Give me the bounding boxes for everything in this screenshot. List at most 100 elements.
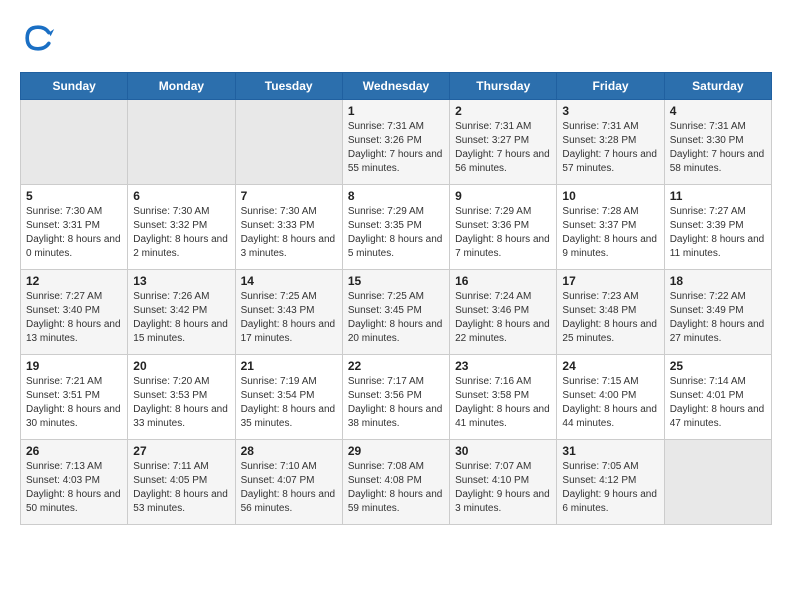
day-number: 31: [562, 444, 658, 458]
calendar-cell: 7 Sunrise: 7:30 AMSunset: 3:33 PMDaylight…: [235, 185, 342, 270]
cell-content: Sunrise: 7:27 AMSunset: 3:40 PMDaylight:…: [26, 290, 122, 346]
day-number: 19: [26, 359, 122, 373]
cell-content: Sunrise: 7:08 AMSunset: 4:08 PMDaylight:…: [348, 460, 444, 516]
day-number: 6: [133, 189, 229, 203]
calendar-cell: 23 Sunrise: 7:16 AMSunset: 3:58 PMDayligh…: [450, 355, 557, 440]
day-number: 10: [562, 189, 658, 203]
calendar-cell: [664, 440, 771, 525]
cell-content: Sunrise: 7:25 AMSunset: 3:43 PMDaylight:…: [241, 290, 337, 346]
calendar-cell: 17 Sunrise: 7:23 AMSunset: 3:48 PMDayligh…: [557, 270, 664, 355]
calendar-cell: 8 Sunrise: 7:29 AMSunset: 3:35 PMDaylight…: [342, 185, 449, 270]
cell-content: Sunrise: 7:31 AMSunset: 3:30 PMDaylight:…: [670, 120, 766, 176]
day-number: 22: [348, 359, 444, 373]
day-number: 14: [241, 274, 337, 288]
day-header-sunday: Sunday: [21, 73, 128, 100]
calendar-table: SundayMondayTuesdayWednesdayThursdayFrid…: [20, 72, 772, 525]
cell-content: Sunrise: 7:29 AMSunset: 3:36 PMDaylight:…: [455, 205, 551, 261]
cell-content: Sunrise: 7:22 AMSunset: 3:49 PMDaylight:…: [670, 290, 766, 346]
calendar-cell: 4 Sunrise: 7:31 AMSunset: 3:30 PMDaylight…: [664, 100, 771, 185]
day-number: 8: [348, 189, 444, 203]
day-number: 5: [26, 189, 122, 203]
day-header-wednesday: Wednesday: [342, 73, 449, 100]
day-number: 13: [133, 274, 229, 288]
day-number: 27: [133, 444, 229, 458]
calendar-cell: 5 Sunrise: 7:30 AMSunset: 3:31 PMDaylight…: [21, 185, 128, 270]
day-number: 24: [562, 359, 658, 373]
cell-content: Sunrise: 7:30 AMSunset: 3:33 PMDaylight:…: [241, 205, 337, 261]
day-number: 28: [241, 444, 337, 458]
day-number: 29: [348, 444, 444, 458]
calendar-cell: 11Sunrise: 7:27 AMSunset: 3:39 PMDayligh…: [664, 185, 771, 270]
day-number: 11: [670, 189, 766, 203]
calendar-body: 1Sunrise: 7:31 AMSunset: 3:26 PMDaylight…: [21, 100, 772, 525]
logo: [20, 20, 62, 56]
cell-content: Sunrise: 7:07 AMSunset: 4:10 PMDaylight:…: [455, 460, 551, 516]
header-row: SundayMondayTuesdayWednesdayThursdayFrid…: [21, 73, 772, 100]
cell-content: Sunrise: 7:29 AMSunset: 3:35 PMDaylight:…: [348, 205, 444, 261]
calendar-cell: 27 Sunrise: 7:11 AMSunset: 4:05 PMDayligh…: [128, 440, 235, 525]
calendar-week-3: 12Sunrise: 7:27 AMSunset: 3:40 PMDayligh…: [21, 270, 772, 355]
cell-content: Sunrise: 7:13 AMSunset: 4:03 PMDaylight:…: [26, 460, 122, 516]
cell-content: Sunrise: 7:16 AMSunset: 3:58 PMDaylight:…: [455, 375, 551, 431]
page-header: [20, 20, 772, 56]
day-header-tuesday: Tuesday: [235, 73, 342, 100]
calendar-cell: 20Sunrise: 7:20 AMSunset: 3:53 PMDayligh…: [128, 355, 235, 440]
calendar-cell: 19 Sunrise: 7:21 AMSunset: 3:51 PMDayligh…: [21, 355, 128, 440]
calendar-cell: 9 Sunrise: 7:29 AMSunset: 3:36 PMDaylight…: [450, 185, 557, 270]
day-number: 15: [348, 274, 444, 288]
day-number: 30: [455, 444, 551, 458]
cell-content: Sunrise: 7:11 AMSunset: 4:05 PMDaylight:…: [133, 460, 229, 516]
calendar-week-5: 26Sunrise: 7:13 AMSunset: 4:03 PMDayligh…: [21, 440, 772, 525]
calendar-cell: [128, 100, 235, 185]
cell-content: Sunrise: 7:30 AMSunset: 3:31 PMDaylight:…: [26, 205, 122, 261]
day-number: 4: [670, 104, 766, 118]
calendar-cell: 31 Sunrise: 7:05 AMSunset: 4:12 PMDayligh…: [557, 440, 664, 525]
calendar-cell: 13 Sunrise: 7:26 AMSunset: 3:42 PMDayligh…: [128, 270, 235, 355]
calendar-cell: 2 Sunrise: 7:31 AMSunset: 3:27 PMDaylight…: [450, 100, 557, 185]
calendar-cell: 28 Sunrise: 7:10 AMSunset: 4:07 PMDayligh…: [235, 440, 342, 525]
day-header-saturday: Saturday: [664, 73, 771, 100]
cell-content: Sunrise: 7:15 AMSunset: 4:00 PMDaylight:…: [562, 375, 658, 431]
cell-content: Sunrise: 7:21 AMSunset: 3:51 PMDaylight:…: [26, 375, 122, 431]
cell-content: Sunrise: 7:24 AMSunset: 3:46 PMDaylight:…: [455, 290, 551, 346]
day-number: 18: [670, 274, 766, 288]
calendar-week-2: 5 Sunrise: 7:30 AMSunset: 3:31 PMDaylight…: [21, 185, 772, 270]
day-header-friday: Friday: [557, 73, 664, 100]
cell-content: Sunrise: 7:30 AMSunset: 3:32 PMDaylight:…: [133, 205, 229, 261]
day-number: 23: [455, 359, 551, 373]
calendar-cell: 15Sunrise: 7:25 AMSunset: 3:45 PMDayligh…: [342, 270, 449, 355]
cell-content: Sunrise: 7:14 AMSunset: 4:01 PMDaylight:…: [670, 375, 766, 431]
cell-content: Sunrise: 7:31 AMSunset: 3:26 PMDaylight:…: [348, 120, 444, 176]
cell-content: Sunrise: 7:28 AMSunset: 3:37 PMDaylight:…: [562, 205, 658, 261]
day-number: 17: [562, 274, 658, 288]
calendar-cell: 21 Sunrise: 7:19 AMSunset: 3:54 PMDayligh…: [235, 355, 342, 440]
day-number: 2: [455, 104, 551, 118]
calendar-cell: 6 Sunrise: 7:30 AMSunset: 3:32 PMDaylight…: [128, 185, 235, 270]
day-number: 9: [455, 189, 551, 203]
cell-content: Sunrise: 7:31 AMSunset: 3:27 PMDaylight:…: [455, 120, 551, 176]
day-number: 7: [241, 189, 337, 203]
calendar-cell: [235, 100, 342, 185]
cell-content: Sunrise: 7:23 AMSunset: 3:48 PMDaylight:…: [562, 290, 658, 346]
calendar-week-1: 1Sunrise: 7:31 AMSunset: 3:26 PMDaylight…: [21, 100, 772, 185]
cell-content: Sunrise: 7:26 AMSunset: 3:42 PMDaylight:…: [133, 290, 229, 346]
cell-content: Sunrise: 7:10 AMSunset: 4:07 PMDaylight:…: [241, 460, 337, 516]
calendar-cell: 29 Sunrise: 7:08 AMSunset: 4:08 PMDayligh…: [342, 440, 449, 525]
day-header-monday: Monday: [128, 73, 235, 100]
cell-content: Sunrise: 7:19 AMSunset: 3:54 PMDaylight:…: [241, 375, 337, 431]
calendar-cell: 18 Sunrise: 7:22 AMSunset: 3:49 PMDayligh…: [664, 270, 771, 355]
calendar-cell: 30 Sunrise: 7:07 AMSunset: 4:10 PMDayligh…: [450, 440, 557, 525]
calendar-cell: 26Sunrise: 7:13 AMSunset: 4:03 PMDayligh…: [21, 440, 128, 525]
calendar-cell: 25 Sunrise: 7:14 AMSunset: 4:01 PMDayligh…: [664, 355, 771, 440]
cell-content: Sunrise: 7:05 AMSunset: 4:12 PMDaylight:…: [562, 460, 658, 516]
calendar-cell: [21, 100, 128, 185]
calendar-cell: 14 Sunrise: 7:25 AMSunset: 3:43 PMDayligh…: [235, 270, 342, 355]
calendar-cell: 24 Sunrise: 7:15 AMSunset: 4:00 PMDayligh…: [557, 355, 664, 440]
cell-content: Sunrise: 7:31 AMSunset: 3:28 PMDaylight:…: [562, 120, 658, 176]
day-number: 25: [670, 359, 766, 373]
cell-content: Sunrise: 7:20 AMSunset: 3:53 PMDaylight:…: [133, 375, 229, 431]
calendar-cell: 1Sunrise: 7:31 AMSunset: 3:26 PMDaylight…: [342, 100, 449, 185]
calendar-cell: 22Sunrise: 7:17 AMSunset: 3:56 PMDayligh…: [342, 355, 449, 440]
day-number: 21: [241, 359, 337, 373]
calendar-week-4: 19 Sunrise: 7:21 AMSunset: 3:51 PMDayligh…: [21, 355, 772, 440]
